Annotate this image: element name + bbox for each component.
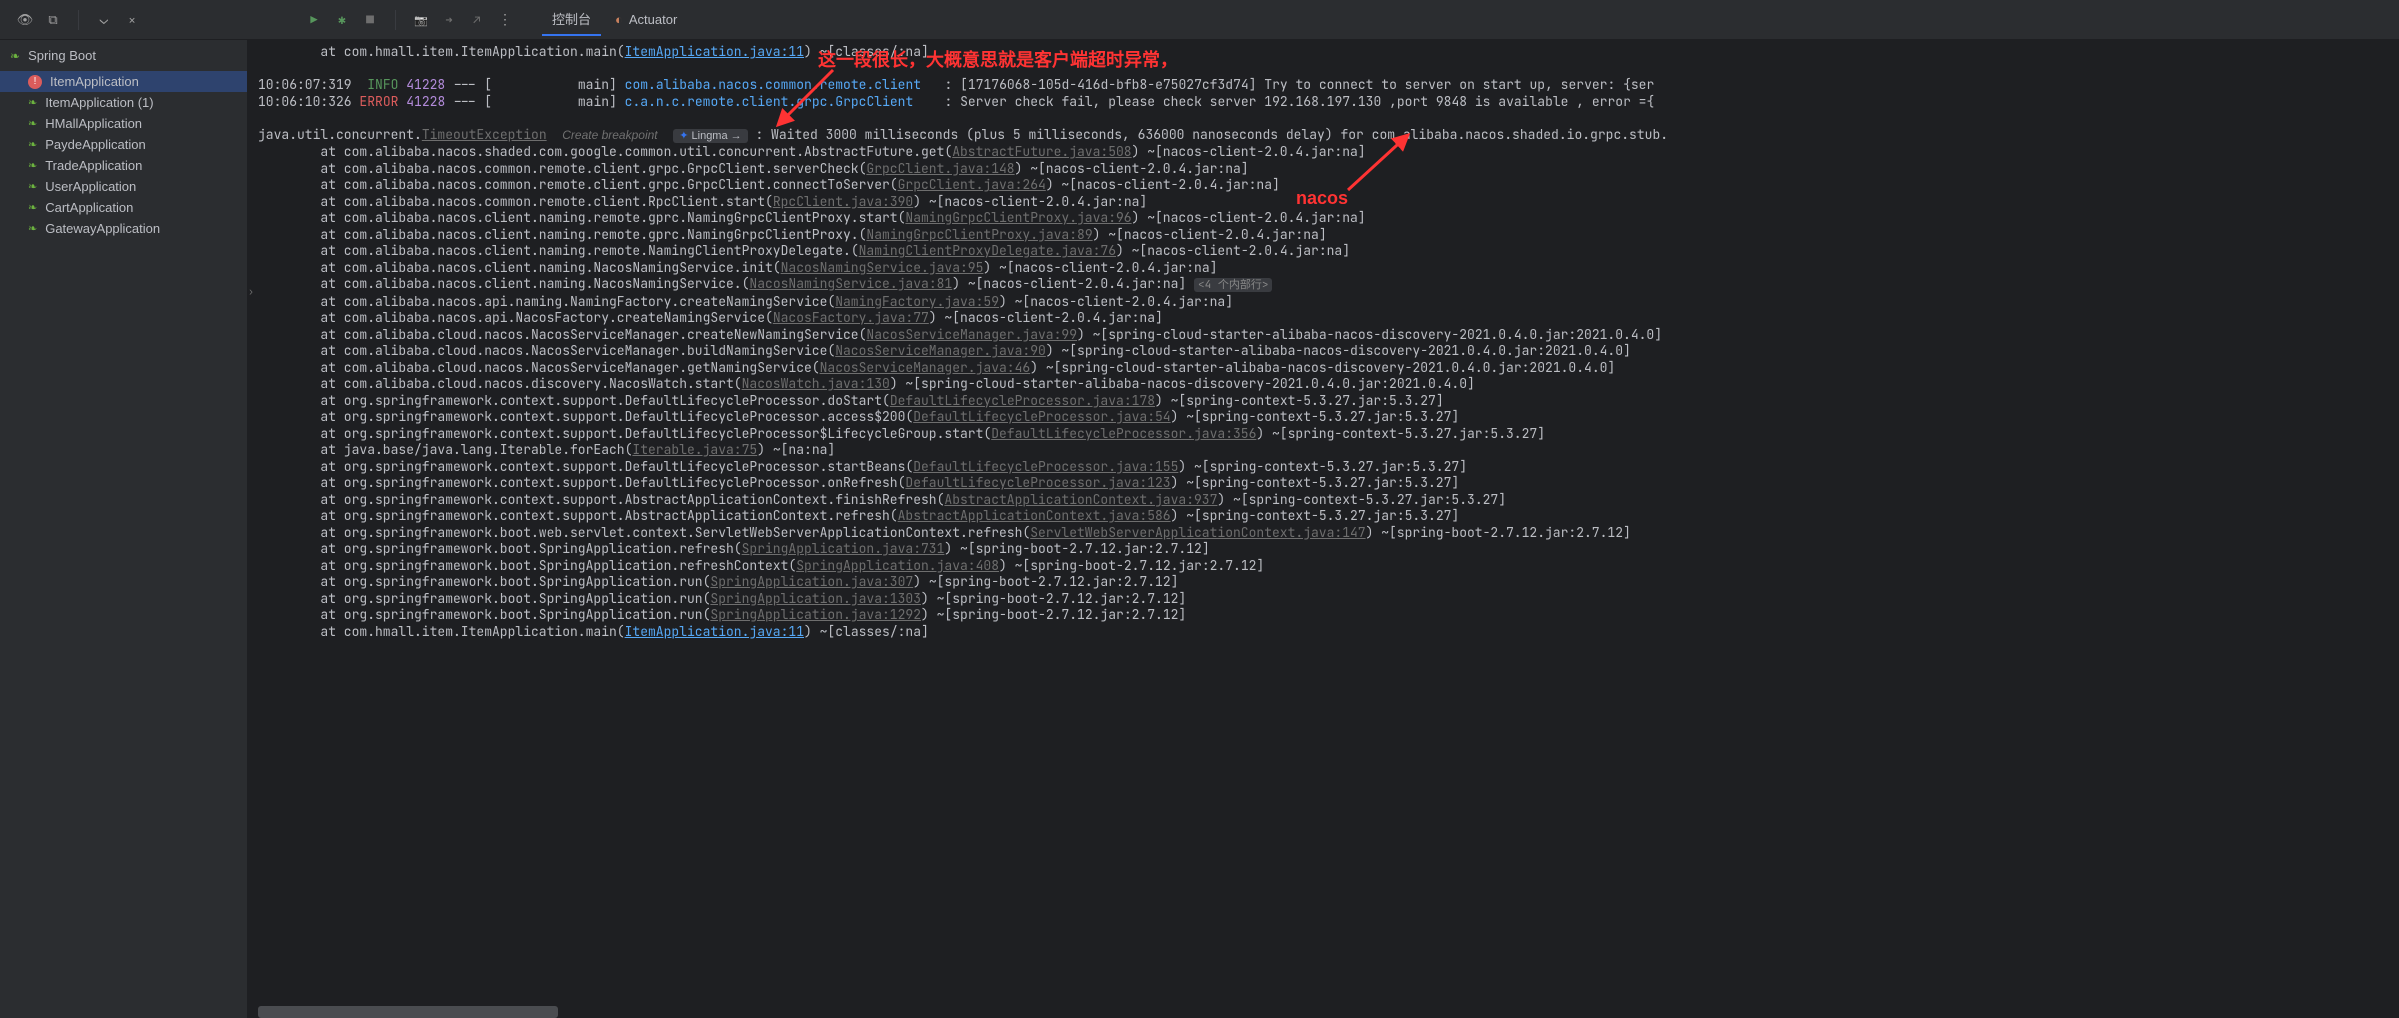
sidebar: ❧ Spring Boot ! ItemApplication ❧ ItemAppli…	[0, 40, 248, 1018]
sidebar-item-label: GatewayApplication	[45, 221, 160, 236]
spring-leaf-icon: ❧	[28, 222, 37, 235]
source-link[interactable]: AbstractFuture.java:508	[952, 143, 1131, 160]
profile-icon[interactable]	[464, 7, 490, 33]
source-link[interactable]: NacosWatch.java:130	[742, 375, 890, 392]
sidebar-item-label: TradeApplication	[45, 158, 142, 173]
fold-badge[interactable]: <4 个内部行>	[1194, 278, 1272, 292]
close-icon[interactable]	[119, 7, 145, 33]
chevron-down-icon[interactable]	[91, 7, 117, 33]
source-link[interactable]: NacosFactory.java:77	[773, 309, 929, 326]
source-link[interactable]: AbstractApplicationContext.java:937	[944, 491, 1217, 508]
spring-leaf-icon: ❧	[28, 117, 37, 130]
sidebar-item-cartapplication[interactable]: ❧ CartApplication	[0, 197, 247, 218]
lingma-badge[interactable]: ✦ Lingma →	[673, 129, 747, 143]
sidebar-item-paydeapplication[interactable]: ❧ PaydeApplication	[0, 134, 247, 155]
run-icon[interactable]	[301, 7, 327, 33]
sidebar-item-label: HMallApplication	[45, 116, 142, 131]
source-link[interactable]: SpringApplication.java:1292	[710, 606, 921, 623]
sidebar-item-label: ItemApplication (1)	[45, 95, 153, 110]
stop-icon[interactable]	[357, 7, 383, 33]
console-output[interactable]: › at com.hmall.item.ItemApplication.main…	[248, 40, 2399, 1018]
source-link[interactable]: NacosServiceManager.java:90	[835, 342, 1046, 359]
source-link[interactable]: NamingFactory.java:59	[835, 293, 999, 310]
sidebar-item-label: UserApplication	[45, 179, 136, 194]
sidebar-item-label: CartApplication	[45, 200, 133, 215]
source-link[interactable]: NacosServiceManager.java:99	[866, 326, 1077, 343]
source-link[interactable]: DefaultLifecycleProcessor.java:54	[913, 408, 1170, 425]
spring-leaf-icon: ❧	[10, 49, 20, 63]
source-link[interactable]: SpringApplication.java:731	[742, 540, 945, 557]
spring-leaf-icon: ❧	[28, 180, 37, 193]
sidebar-item-hmallapplication[interactable]: ❧ HMallApplication	[0, 113, 247, 134]
spring-leaf-icon: ❧	[28, 96, 37, 109]
source-link[interactable]: ItemApplication.java:11	[625, 623, 804, 640]
new-window-icon[interactable]	[40, 7, 66, 33]
sidebar-item-label: PaydeApplication	[45, 137, 145, 152]
source-link[interactable]: GrpcClient.java:264	[898, 176, 1046, 193]
source-link[interactable]: ItemApplication.java:11	[625, 43, 804, 60]
debug-icon[interactable]	[329, 7, 355, 33]
fold-chevron-icon[interactable]: ›	[248, 284, 260, 296]
separator	[395, 10, 396, 30]
error-icon: !	[28, 75, 42, 89]
spring-leaf-icon: ❧	[28, 201, 37, 214]
sidebar-item-itemapplication[interactable]: ! ItemApplication	[0, 71, 247, 92]
source-link[interactable]: DefaultLifecycleProcessor.java:123	[905, 474, 1170, 491]
source-link[interactable]: ServletWebServerApplicationContext.java:…	[1030, 524, 1365, 541]
view-icon[interactable]	[12, 7, 38, 33]
tab-actuator[interactable]: ◐ Actuator	[605, 6, 687, 33]
source-link[interactable]: DefaultLifecycleProcessor.java:178	[890, 392, 1155, 409]
spring-leaf-icon: ❧	[28, 138, 37, 151]
source-link[interactable]: DefaultLifecycleProcessor.java:356	[991, 425, 1256, 442]
source-link[interactable]: NamingGrpcClientProxy.java:96	[905, 209, 1131, 226]
tab-console[interactable]: 控制台	[542, 3, 601, 36]
sidebar-item-label: ItemApplication	[50, 74, 139, 89]
exception-link[interactable]: TimeoutException	[422, 126, 547, 143]
source-link[interactable]: SpringApplication.java:307	[710, 573, 913, 590]
source-link[interactable]: SpringApplication.java:408	[796, 557, 999, 574]
more-icon[interactable]	[492, 7, 518, 33]
source-link[interactable]: SpringApplication.java:1303	[710, 590, 921, 607]
source-link[interactable]: Iterable.java:75	[632, 441, 757, 458]
source-link[interactable]: NacosServiceManager.java:46	[820, 359, 1031, 376]
sidebar-item-gatewayapplication[interactable]: ❧ GatewayApplication	[0, 218, 247, 239]
source-link[interactable]: RpcClient.java:390	[773, 193, 913, 210]
exit-icon[interactable]	[436, 7, 462, 33]
sidebar-item-itemapplication-1-[interactable]: ❧ ItemApplication (1)	[0, 92, 247, 113]
sidebar-item-userapplication[interactable]: ❧ UserApplication	[0, 176, 247, 197]
sidebar-header[interactable]: ❧ Spring Boot	[0, 40, 247, 71]
spring-leaf-icon: ❧	[28, 159, 37, 172]
source-link[interactable]: GrpcClient.java:148	[866, 160, 1014, 177]
source-link[interactable]: NamingGrpcClientProxy.java:89	[866, 226, 1092, 243]
source-link[interactable]: NacosNamingService.java:81	[749, 275, 952, 292]
create-breakpoint[interactable]: Create breakpoint	[562, 128, 657, 142]
source-link[interactable]: NacosNamingService.java:95	[781, 259, 984, 276]
camera-icon[interactable]	[408, 7, 434, 33]
source-link[interactable]: NamingClientProxyDelegate.java:76	[859, 242, 1116, 259]
toolbar: 控制台 ◐ Actuator	[0, 0, 2399, 40]
sidebar-item-tradeapplication[interactable]: ❧ TradeApplication	[0, 155, 247, 176]
separator	[78, 10, 79, 30]
horizontal-scrollbar[interactable]	[258, 1006, 558, 1018]
source-link[interactable]: AbstractApplicationContext.java:586	[898, 507, 1171, 524]
source-link[interactable]: DefaultLifecycleProcessor.java:155	[913, 458, 1178, 475]
actuator-icon: ◐	[615, 12, 623, 27]
